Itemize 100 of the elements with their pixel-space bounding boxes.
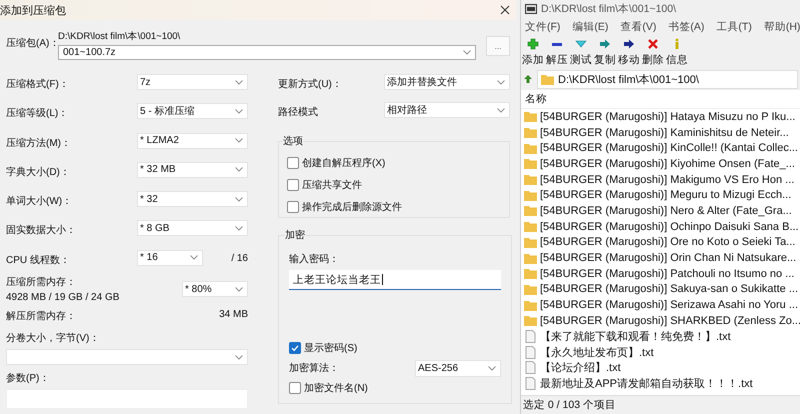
file-list-item[interactable]: [54BURGER (Marugoshi)] SHARKBED (Zenless Zo... xyxy=(521,312,800,329)
file-list-item[interactable]: [54BURGER (Marugoshi)] Meguru to Mizugi Ecch... xyxy=(521,187,800,204)
file-list-item[interactable]: [54BURGER (Marugoshi)] Patchouli no Itsumo no ... xyxy=(521,266,800,282)
dropdown[interactable]: * 32 xyxy=(137,191,248,208)
dropdown[interactable]: 添加并替换文件 xyxy=(384,74,510,90)
delete-icon xyxy=(647,38,659,50)
menu-item[interactable]: 工具(T) xyxy=(716,20,752,34)
file-list-item[interactable]: [54BURGER (Marugoshi)] Hataya Misuzu no P Iku... xyxy=(521,109,800,125)
dropdown[interactable]: * 80% xyxy=(182,281,248,298)
close-icon[interactable] xyxy=(500,5,510,15)
file-list-item[interactable]: [54BURGER (Marugoshi)] Sakuya-san o Sukikatte ... xyxy=(521,282,800,298)
file-list-item[interactable]: 最新地址及APP请发邮箱自动获取！！！.txt xyxy=(521,376,800,392)
window-title: 添加到压缩包 xyxy=(0,4,66,18)
group-title: 选项 xyxy=(283,134,303,148)
password-field[interactable]: 上老王论坛当老王 xyxy=(289,270,501,290)
checkbox[interactable] xyxy=(287,201,299,213)
file-list-item[interactable]: [54BURGER (Marugoshi)] Orin Chan Ni Natsukare... xyxy=(521,250,800,266)
chevron-icon xyxy=(235,286,243,292)
dropdown[interactable]: * 8 GB xyxy=(137,220,248,236)
folder-icon xyxy=(524,268,537,280)
checkbox[interactable] xyxy=(287,157,299,169)
file-icon xyxy=(524,330,537,343)
group-title: 加密 xyxy=(285,228,305,242)
menu-item[interactable]: 书签(A) xyxy=(668,20,704,34)
folder-icon xyxy=(524,174,537,186)
archive-name-field[interactable]: 001~100.7z xyxy=(58,45,476,60)
file-list-item[interactable]: 【论坛介绍】.txt xyxy=(521,360,800,376)
field-label: 固实数据大小： xyxy=(6,224,77,238)
file-icon xyxy=(524,361,537,374)
toolbar-button[interactable]: 移动 xyxy=(618,38,640,68)
browse-button[interactable]: ... xyxy=(486,36,510,56)
field-label: 压缩包(A)： xyxy=(6,38,58,51)
folder-icon xyxy=(524,221,537,232)
dropdown[interactable]: 相对路径 xyxy=(384,102,510,118)
chevron-icon xyxy=(497,80,505,84)
file-list-item[interactable]: [54BURGER (Marugoshi)] KinColle!! (Kantai Collec... xyxy=(521,140,800,156)
test-icon xyxy=(575,38,587,50)
toolbar-button[interactable]: 信息 xyxy=(666,38,688,68)
status-bar: 选定 0 / 103 个项目 xyxy=(521,395,800,414)
file-list-item[interactable]: [54BURGER (Marugoshi)] Makigumo VS Ero Hon ... xyxy=(521,172,800,188)
dropdown[interactable]: * LZMA2 xyxy=(137,132,248,149)
file-list-item[interactable]: 【来了就能下载和观看！纯免费！】.txt xyxy=(521,328,800,344)
file-list-item[interactable]: 【永久地址发布页】.txt xyxy=(521,344,800,360)
checkbox[interactable] xyxy=(289,382,301,394)
move-icon xyxy=(623,38,635,50)
file-list-item[interactable]: [54BURGER (Marugoshi)] Kaminishitsu de Neteir... xyxy=(521,124,800,140)
file-list-item[interactable]: [54BURGER (Marugoshi)] Ore no Koto o Seieki Ta... xyxy=(521,234,800,250)
field-label: 压缩格式(F)： xyxy=(6,78,70,91)
toolbar-button[interactable]: 测试 xyxy=(570,38,592,68)
chevron-icon xyxy=(235,167,243,172)
toolbar-button[interactable]: 添加 xyxy=(522,38,544,68)
up-arrow-icon[interactable] xyxy=(523,74,533,84)
toolbar-button[interactable]: 删除 xyxy=(642,38,664,68)
dropdown[interactable]: * 16 xyxy=(137,250,203,266)
folder-icon xyxy=(524,300,537,311)
folder-icon xyxy=(524,111,537,122)
menu-item[interactable]: 帮助(H) xyxy=(764,20,800,34)
checkbox-label: 显示密码(S) xyxy=(304,342,358,355)
checkbox[interactable] xyxy=(289,342,301,354)
folder-icon xyxy=(524,127,537,138)
dropdown[interactable]: 5 - 标准压缩 xyxy=(137,103,248,120)
menu-item[interactable]: 编辑(E) xyxy=(572,20,608,34)
folder-icon xyxy=(524,190,537,201)
menu-item[interactable]: 查看(V) xyxy=(620,20,656,34)
file-list-item[interactable]: [54BURGER (Marugoshi)] Serizawa Asahi no Yoru ... xyxy=(521,297,800,313)
folder-icon xyxy=(524,284,537,295)
memory-value: 34 MB xyxy=(219,309,248,322)
checkbox[interactable] xyxy=(287,179,299,191)
folder-icon xyxy=(524,205,537,216)
field-label: 加密算法： xyxy=(289,362,339,375)
memory-usage: 4928 MB / 19 GB / 24 GB xyxy=(6,292,120,304)
field-label: 分卷大小，字节(V)： xyxy=(6,333,100,344)
folder-icon xyxy=(524,142,537,154)
file-list-item[interactable]: [54BURGER (Marugoshi)] Kiyohime Onsen (Fate_... xyxy=(521,156,800,172)
toolbar-button[interactable]: 复制 xyxy=(594,38,616,68)
field-label: 更新方式(U)： xyxy=(278,78,342,92)
file-list-item[interactable]: [54BURGER (Marugoshi)] Ochinpo Daisuki Sana B... xyxy=(521,218,800,234)
file-list-item[interactable]: [54BURGER (Marugoshi)] Nero & Alter (Fate_Gra... xyxy=(521,203,800,219)
menu-item[interactable]: 文件(F) xyxy=(525,20,560,34)
checkbox-label: 加密文件名(N) xyxy=(304,382,368,395)
chevron-icon xyxy=(235,226,243,231)
option-label: 创建自解压程序(X) xyxy=(302,156,386,170)
toolbar-button[interactable]: 解压 xyxy=(546,38,568,68)
field-label: CPU 线程数： xyxy=(6,254,71,267)
chevron-icon xyxy=(190,255,198,260)
folder-icon xyxy=(524,252,537,264)
chevron-icon xyxy=(488,366,496,370)
dropdown[interactable]: AES-256 xyxy=(415,360,501,376)
file-icon xyxy=(524,377,537,390)
chevron-icon xyxy=(235,138,243,144)
address-field[interactable]: D:\KDR\lost film\本\001~100\ xyxy=(537,70,798,88)
option-label: 压缩共享文件 xyxy=(302,178,362,192)
field-label: 压缩等级(L)： xyxy=(6,106,70,120)
field-label: 单词大小(W)： xyxy=(6,194,74,208)
dropdown[interactable]: 7z xyxy=(137,74,248,90)
app-icon xyxy=(525,4,537,14)
archive-path: D:\KDR\lost film\本\001~100\ xyxy=(58,30,182,43)
column-header[interactable]: 名称 xyxy=(521,90,800,109)
dropdown[interactable]: * 32 MB xyxy=(137,162,248,178)
field-label: 压缩所需内存： xyxy=(6,276,77,290)
